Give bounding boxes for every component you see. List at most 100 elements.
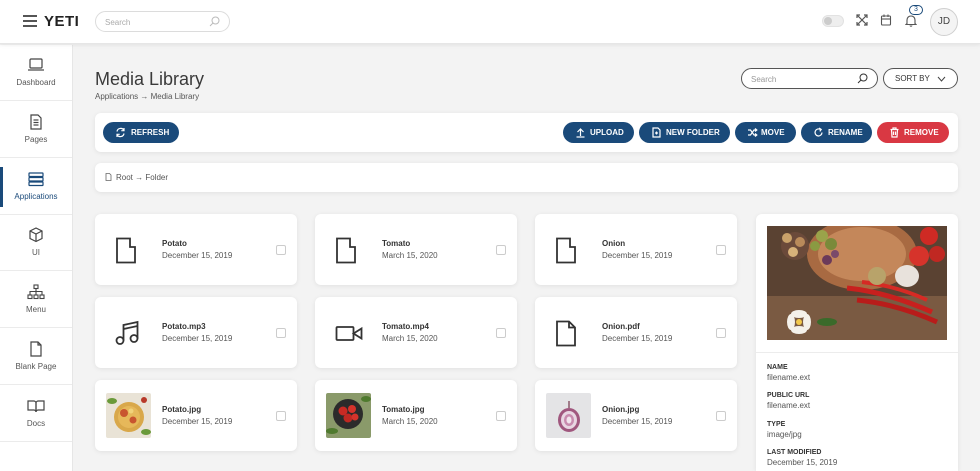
new-folder-button[interactable]: NEW FOLDER — [639, 122, 730, 143]
upload-label: UPLOAD — [590, 128, 624, 137]
file-name: Onion.pdf — [602, 322, 640, 331]
folder-icon — [556, 237, 576, 264]
sidebar-item-label: UI — [32, 248, 40, 257]
detail-name-value: filename.ext — [767, 373, 811, 382]
trash-icon — [890, 127, 899, 138]
preview-image — [767, 226, 947, 340]
file-name: Potato.jpg — [162, 405, 202, 414]
sidebar-item-label: Dashboard — [16, 78, 56, 87]
file-icon — [105, 173, 112, 181]
top-search-input[interactable] — [105, 13, 205, 32]
file-card[interactable]: Potato December 15, 2019 — [95, 214, 297, 285]
top-search-box[interactable] — [95, 11, 230, 32]
search-icon[interactable] — [209, 16, 220, 27]
sidebar-item-label: Applications — [14, 192, 58, 201]
file-checkbox[interactable] — [496, 328, 506, 338]
divider — [756, 352, 958, 353]
book-icon — [27, 400, 45, 413]
archive-icon — [28, 172, 44, 187]
search-icon[interactable] — [857, 73, 868, 84]
sidebar-item-blank-page[interactable]: Blank Page — [0, 329, 72, 385]
move-button[interactable]: MOVE — [735, 122, 796, 143]
file-card[interactable]: Potato.jpg December 15, 2019 — [95, 380, 297, 451]
file-checkbox[interactable] — [716, 411, 726, 421]
detail-type-value: image/jpg — [767, 430, 802, 439]
sidebar-item-applications[interactable]: Applications — [0, 159, 72, 215]
detail-url-value[interactable]: filename.ext — [767, 401, 810, 410]
upload-button[interactable]: UPLOAD — [563, 122, 634, 143]
sidebar-item-label: Blank Page — [15, 362, 57, 371]
rename-button[interactable]: RENAME — [801, 122, 872, 143]
file-checkbox[interactable] — [276, 245, 286, 255]
bell-icon[interactable] — [905, 14, 917, 27]
file-card[interactable]: Onion.pdf December 15, 2019 — [535, 297, 737, 368]
file-checkbox[interactable] — [276, 328, 286, 338]
fullscreen-icon[interactable] — [856, 14, 868, 26]
file-name: Potato — [162, 239, 187, 248]
laptop-icon — [28, 58, 44, 71]
refresh-icon — [116, 127, 125, 138]
file-name: Tomato.mp4 — [382, 322, 429, 331]
detail-modified-value: December 15, 2019 — [767, 458, 838, 467]
sitemap-icon — [27, 284, 45, 300]
new-folder-icon — [652, 127, 661, 138]
detail-modified-label: LAST MODIFIED — [767, 449, 822, 456]
folder-icon — [116, 237, 136, 264]
file-date: December 15, 2019 — [602, 251, 673, 260]
file-date: December 15, 2019 — [602, 417, 673, 426]
sidebar-item-docs[interactable]: Docs — [0, 386, 72, 442]
sidebar-item-pages[interactable]: Pages — [0, 102, 72, 158]
shuffle-icon — [748, 128, 758, 137]
file-card[interactable]: Tomato.jpg March 15, 2020 — [315, 380, 517, 451]
chevron-down-icon — [937, 76, 946, 82]
calendar-icon[interactable] — [880, 14, 892, 26]
file-date: March 15, 2020 — [382, 251, 438, 260]
file-name: Tomato — [382, 239, 411, 248]
sidebar-item-menu[interactable]: Menu — [0, 272, 72, 328]
file-checkbox[interactable] — [496, 245, 506, 255]
potato-thumbnail — [106, 393, 151, 438]
sidebar-item-label: Menu — [25, 305, 46, 314]
remove-button[interactable]: REMOVE — [877, 122, 949, 143]
sidebar: Dashboard Pages Applications UI Menu Bla… — [0, 45, 73, 471]
sort-by-dropdown[interactable]: SORT BY — [883, 68, 958, 89]
toolbar: REFRESH UPLOAD NEW FOLDER MOVE RENAME RE… — [95, 113, 958, 152]
file-date: March 15, 2020 — [382, 417, 438, 426]
sidebar-item-ui[interactable]: UI — [0, 215, 72, 271]
app-logo[interactable]: YETI — [44, 13, 79, 30]
breadcrumb-separator: → — [140, 92, 149, 101]
detail-name-label: NAME — [767, 364, 788, 371]
file-checkbox[interactable] — [496, 411, 506, 421]
file-card[interactable]: Onion.jpg December 15, 2019 — [535, 380, 737, 451]
file-date: December 15, 2019 — [602, 334, 673, 343]
breadcrumb-item[interactable]: Media Library — [151, 92, 199, 101]
file-name: Potato.mp3 — [162, 322, 206, 331]
video-camera-icon — [335, 326, 363, 341]
refresh-button[interactable]: REFRESH — [103, 122, 179, 143]
dark-mode-toggle[interactable] — [822, 15, 844, 27]
tomato-thumbnail — [326, 393, 371, 438]
user-avatar[interactable]: JD — [930, 8, 958, 36]
folder-icon — [336, 237, 356, 264]
library-search-input[interactable] — [751, 70, 851, 89]
file-card[interactable]: Potato.mp3 December 15, 2019 — [95, 297, 297, 368]
folder-path-bar: Root → Folder — [95, 163, 958, 192]
file-card[interactable]: Onion December 15, 2019 — [535, 214, 737, 285]
top-bar: YETI 3 JD — [0, 0, 980, 44]
library-search-box[interactable] — [741, 68, 878, 89]
notification-count-badge: 3 — [909, 5, 923, 15]
page-title: Media Library — [95, 69, 205, 89]
folder-path[interactable]: Root → Folder — [116, 173, 168, 182]
file-checkbox[interactable] — [716, 328, 726, 338]
file-card[interactable]: Tomato March 15, 2020 — [315, 214, 517, 285]
file-name: Onion — [602, 239, 626, 248]
file-date: December 15, 2019 — [162, 251, 233, 260]
hamburger-menu-icon[interactable] — [23, 15, 37, 27]
sidebar-item-dashboard[interactable]: Dashboard — [0, 45, 72, 101]
breadcrumb-item[interactable]: Applications — [95, 92, 138, 101]
file-checkbox[interactable] — [716, 245, 726, 255]
document-icon — [30, 114, 42, 130]
file-name: Tomato.jpg — [382, 405, 425, 414]
file-checkbox[interactable] — [276, 411, 286, 421]
file-card[interactable]: Tomato.mp4 March 15, 2020 — [315, 297, 517, 368]
